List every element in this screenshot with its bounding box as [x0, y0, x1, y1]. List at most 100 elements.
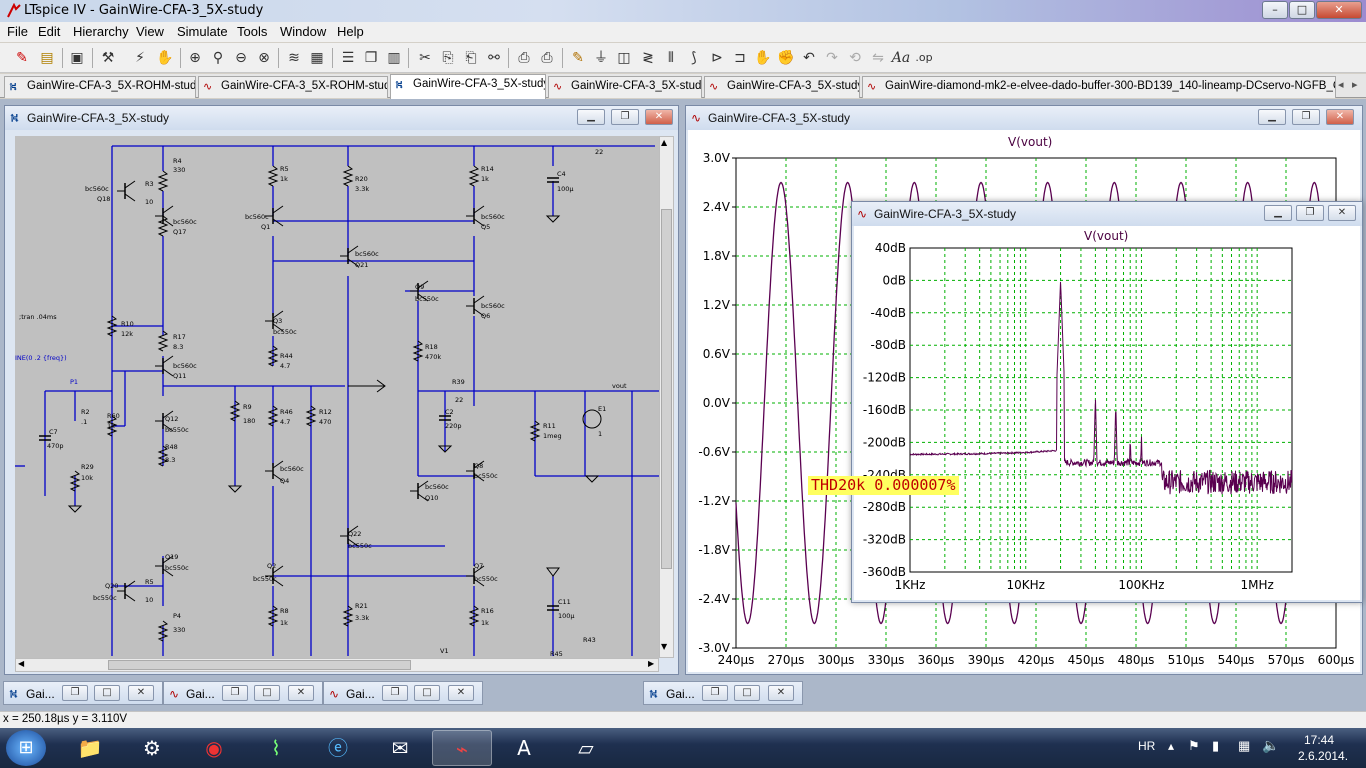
find-icon[interactable]: ⚯ — [484, 48, 504, 68]
language-indicator[interactable]: HR — [1138, 739, 1155, 753]
ltspice-task-icon[interactable]: ⌁ — [432, 730, 492, 766]
fft-plot-area[interactable]: 1KHz 10KHz 100KHz 1MHz 40dB 0dB -40dB -80dB -120… — [854, 226, 1360, 600]
fft-trace-label[interactable]: V(vout) — [1084, 229, 1128, 243]
control-panel-icon[interactable]: ⚒ — [98, 48, 118, 68]
inductor-icon[interactable]: ⟆ — [684, 48, 704, 68]
tab-scroll-left-icon[interactable]: ◂ — [1338, 78, 1344, 91]
antivirus-task-icon[interactable]: ◉ — [184, 730, 244, 766]
spice-directive-icon[interactable]: .op — [914, 48, 934, 68]
mirror-icon[interactable]: ⇋ — [868, 48, 888, 68]
notepad-task-icon[interactable]: ▱ — [556, 730, 616, 766]
close-button[interactable]: ✕ — [1316, 1, 1362, 19]
tab-document-6[interactable]: ∿ GainWire-diamond-mk2-e-elvee-dado-buffe… — [862, 76, 1336, 98]
run-icon[interactable]: ⚡ — [130, 48, 150, 68]
menu-edit[interactable]: Edit — [38, 24, 60, 39]
open-icon[interactable]: ▤ — [37, 48, 57, 68]
halt-icon[interactable]: ✋ — [155, 48, 175, 68]
minimized-window-4[interactable]: ⛕ Gai... ❐ □ ✕ — [643, 681, 803, 705]
pan-icon[interactable]: ⚲ — [208, 48, 228, 68]
minimized-window-1[interactable]: ⛕ Gai... ❐ □ ✕ — [3, 681, 163, 705]
mini-restore-button[interactable]: ❐ — [382, 685, 408, 701]
draw-wire-icon[interactable]: ✎ — [568, 48, 588, 68]
fft-window-titlebar[interactable]: ∿ GainWire-CFA-3_5X-study ▁ ❐ ✕ — [852, 202, 1362, 226]
menu-simulate[interactable]: Simulate — [177, 24, 228, 39]
tab-document-4[interactable]: ∿ GainWire-CFA-3_5X-study — [548, 76, 702, 98]
explorer-task-icon[interactable]: 📁 — [60, 730, 120, 766]
move-icon[interactable]: ✋ — [753, 48, 773, 68]
minimized-window-3[interactable]: ∿ Gai... ❐ □ ✕ — [323, 681, 483, 705]
schematic-canvas[interactable]: ;tran .04ms INE(0 .2 {freq}) P1 vout R4 330 R5… — [15, 136, 663, 658]
fft-minimize-button[interactable]: ▁ — [1264, 205, 1292, 221]
menu-window[interactable]: Window — [280, 24, 326, 39]
mini-close-button[interactable]: ✕ — [288, 685, 314, 701]
mini-maximize-button[interactable]: □ — [414, 685, 440, 701]
ground-icon[interactable]: ⏚ — [591, 48, 611, 68]
tray-expand-icon[interactable]: ▴ — [1168, 739, 1174, 753]
fft-restore-button[interactable]: ❐ — [1296, 205, 1324, 221]
transient-trace-label[interactable]: V(vout) — [1008, 135, 1052, 149]
scroll-down-icon[interactable]: ▼ — [661, 642, 667, 651]
minimized-window-2[interactable]: ∿ Gai... ❐ □ ✕ — [163, 681, 323, 705]
mini-restore-button[interactable]: ❐ — [62, 685, 88, 701]
clock-date[interactable]: 2.6.2014. — [1298, 749, 1348, 763]
scroll-left-icon[interactable]: ◀ — [18, 659, 24, 668]
mini-maximize-button[interactable]: □ — [94, 685, 120, 701]
redo-icon[interactable]: ↷ — [822, 48, 842, 68]
new-schematic-icon[interactable]: ✎ — [12, 48, 32, 68]
volume-icon[interactable]: 🔈 — [1262, 737, 1279, 754]
save-icon[interactable]: ▣ — [67, 48, 87, 68]
mini-maximize-button[interactable]: □ — [254, 685, 280, 701]
rotate-icon[interactable]: ⟲ — [845, 48, 865, 68]
cascade-icon[interactable]: ❐ — [361, 48, 381, 68]
transient-window-titlebar[interactable]: ∿ GainWire-CFA-3_5X-study ▁ ❐ ✕ — [686, 106, 1362, 130]
zoom-in-icon[interactable]: ⊕ — [185, 48, 205, 68]
label-net-icon[interactable]: ◫ — [614, 48, 634, 68]
tab-document-1[interactable]: ⛕ GainWire-CFA-3_5X-ROHM-study — [4, 76, 196, 98]
vertical-scroll-thumb[interactable] — [661, 209, 672, 569]
text-icon[interactable]: Aa — [891, 48, 911, 68]
schematic-close-button[interactable]: ✕ — [645, 109, 673, 125]
tab-document-5[interactable]: ∿ GainWire-CFA-3_5X-study — [704, 76, 860, 98]
undo-icon[interactable]: ↶ — [799, 48, 819, 68]
component-icon[interactable]: ⊐ — [730, 48, 750, 68]
wordpad-task-icon[interactable]: A — [494, 730, 554, 766]
schematic-window-titlebar[interactable]: ⛕ GainWire-CFA-3_5X-study ▁ ❐ ✕ — [5, 106, 678, 130]
capacitor-icon[interactable]: ⫴ — [661, 48, 681, 68]
menu-tools[interactable]: Tools — [237, 24, 267, 39]
tab-scroll-right-icon[interactable]: ▸ — [1352, 78, 1358, 91]
diode-icon[interactable]: ⊳ — [707, 48, 727, 68]
zoom-fit-icon[interactable]: ⊗ — [254, 48, 274, 68]
mini-close-button[interactable]: ✕ — [128, 685, 154, 701]
print-icon[interactable]: ⎙ — [537, 48, 557, 68]
minimize-button[interactable]: – — [1262, 1, 1288, 19]
menu-hierarchy[interactable]: Hierarchy — [73, 24, 129, 39]
transient-close-button[interactable]: ✕ — [1326, 109, 1354, 125]
transient-restore-button[interactable]: ❐ — [1292, 109, 1320, 125]
mini-maximize-button[interactable]: □ — [734, 685, 760, 701]
drag-icon[interactable]: ✊ — [776, 48, 796, 68]
flag-icon[interactable]: ⚑ — [1188, 738, 1200, 754]
mail-task-icon[interactable]: ✉ — [370, 730, 430, 766]
menu-help[interactable]: Help — [337, 24, 364, 39]
transient-minimize-button[interactable]: ▁ — [1258, 109, 1286, 125]
paste-icon[interactable]: ⎗ — [461, 48, 481, 68]
schematic-minimize-button[interactable]: ▁ — [577, 109, 605, 125]
menu-view[interactable]: View — [136, 24, 164, 39]
tile-horizontal-icon[interactable]: ☰ — [338, 48, 358, 68]
copy-icon[interactable]: ⎘ — [438, 48, 458, 68]
scroll-right-icon[interactable]: ▶ — [648, 659, 654, 668]
autorange-icon[interactable]: ≋ — [284, 48, 304, 68]
horizontal-scroll-thumb[interactable] — [108, 660, 411, 670]
cut-icon[interactable]: ✂ — [415, 48, 435, 68]
network-icon[interactable]: ▦ — [1238, 738, 1250, 754]
schematic-horizontal-scrollbar[interactable]: ◀ ▶ — [15, 658, 659, 672]
fft-close-button[interactable]: ✕ — [1328, 205, 1356, 221]
print-setup-icon[interactable]: ⎙ — [514, 48, 534, 68]
schematic-vertical-scrollbar[interactable]: ▲ ▼ — [659, 136, 674, 658]
zoom-out-icon[interactable]: ⊖ — [231, 48, 251, 68]
maximize-button[interactable]: □ — [1289, 1, 1315, 19]
app-task-icon[interactable]: ⚙ — [122, 730, 182, 766]
menu-file[interactable]: File — [7, 24, 28, 39]
mini-close-button[interactable]: ✕ — [448, 685, 474, 701]
tab-document-2[interactable]: ∿ GainWire-CFA-3_5X-ROHM-study — [198, 76, 388, 98]
